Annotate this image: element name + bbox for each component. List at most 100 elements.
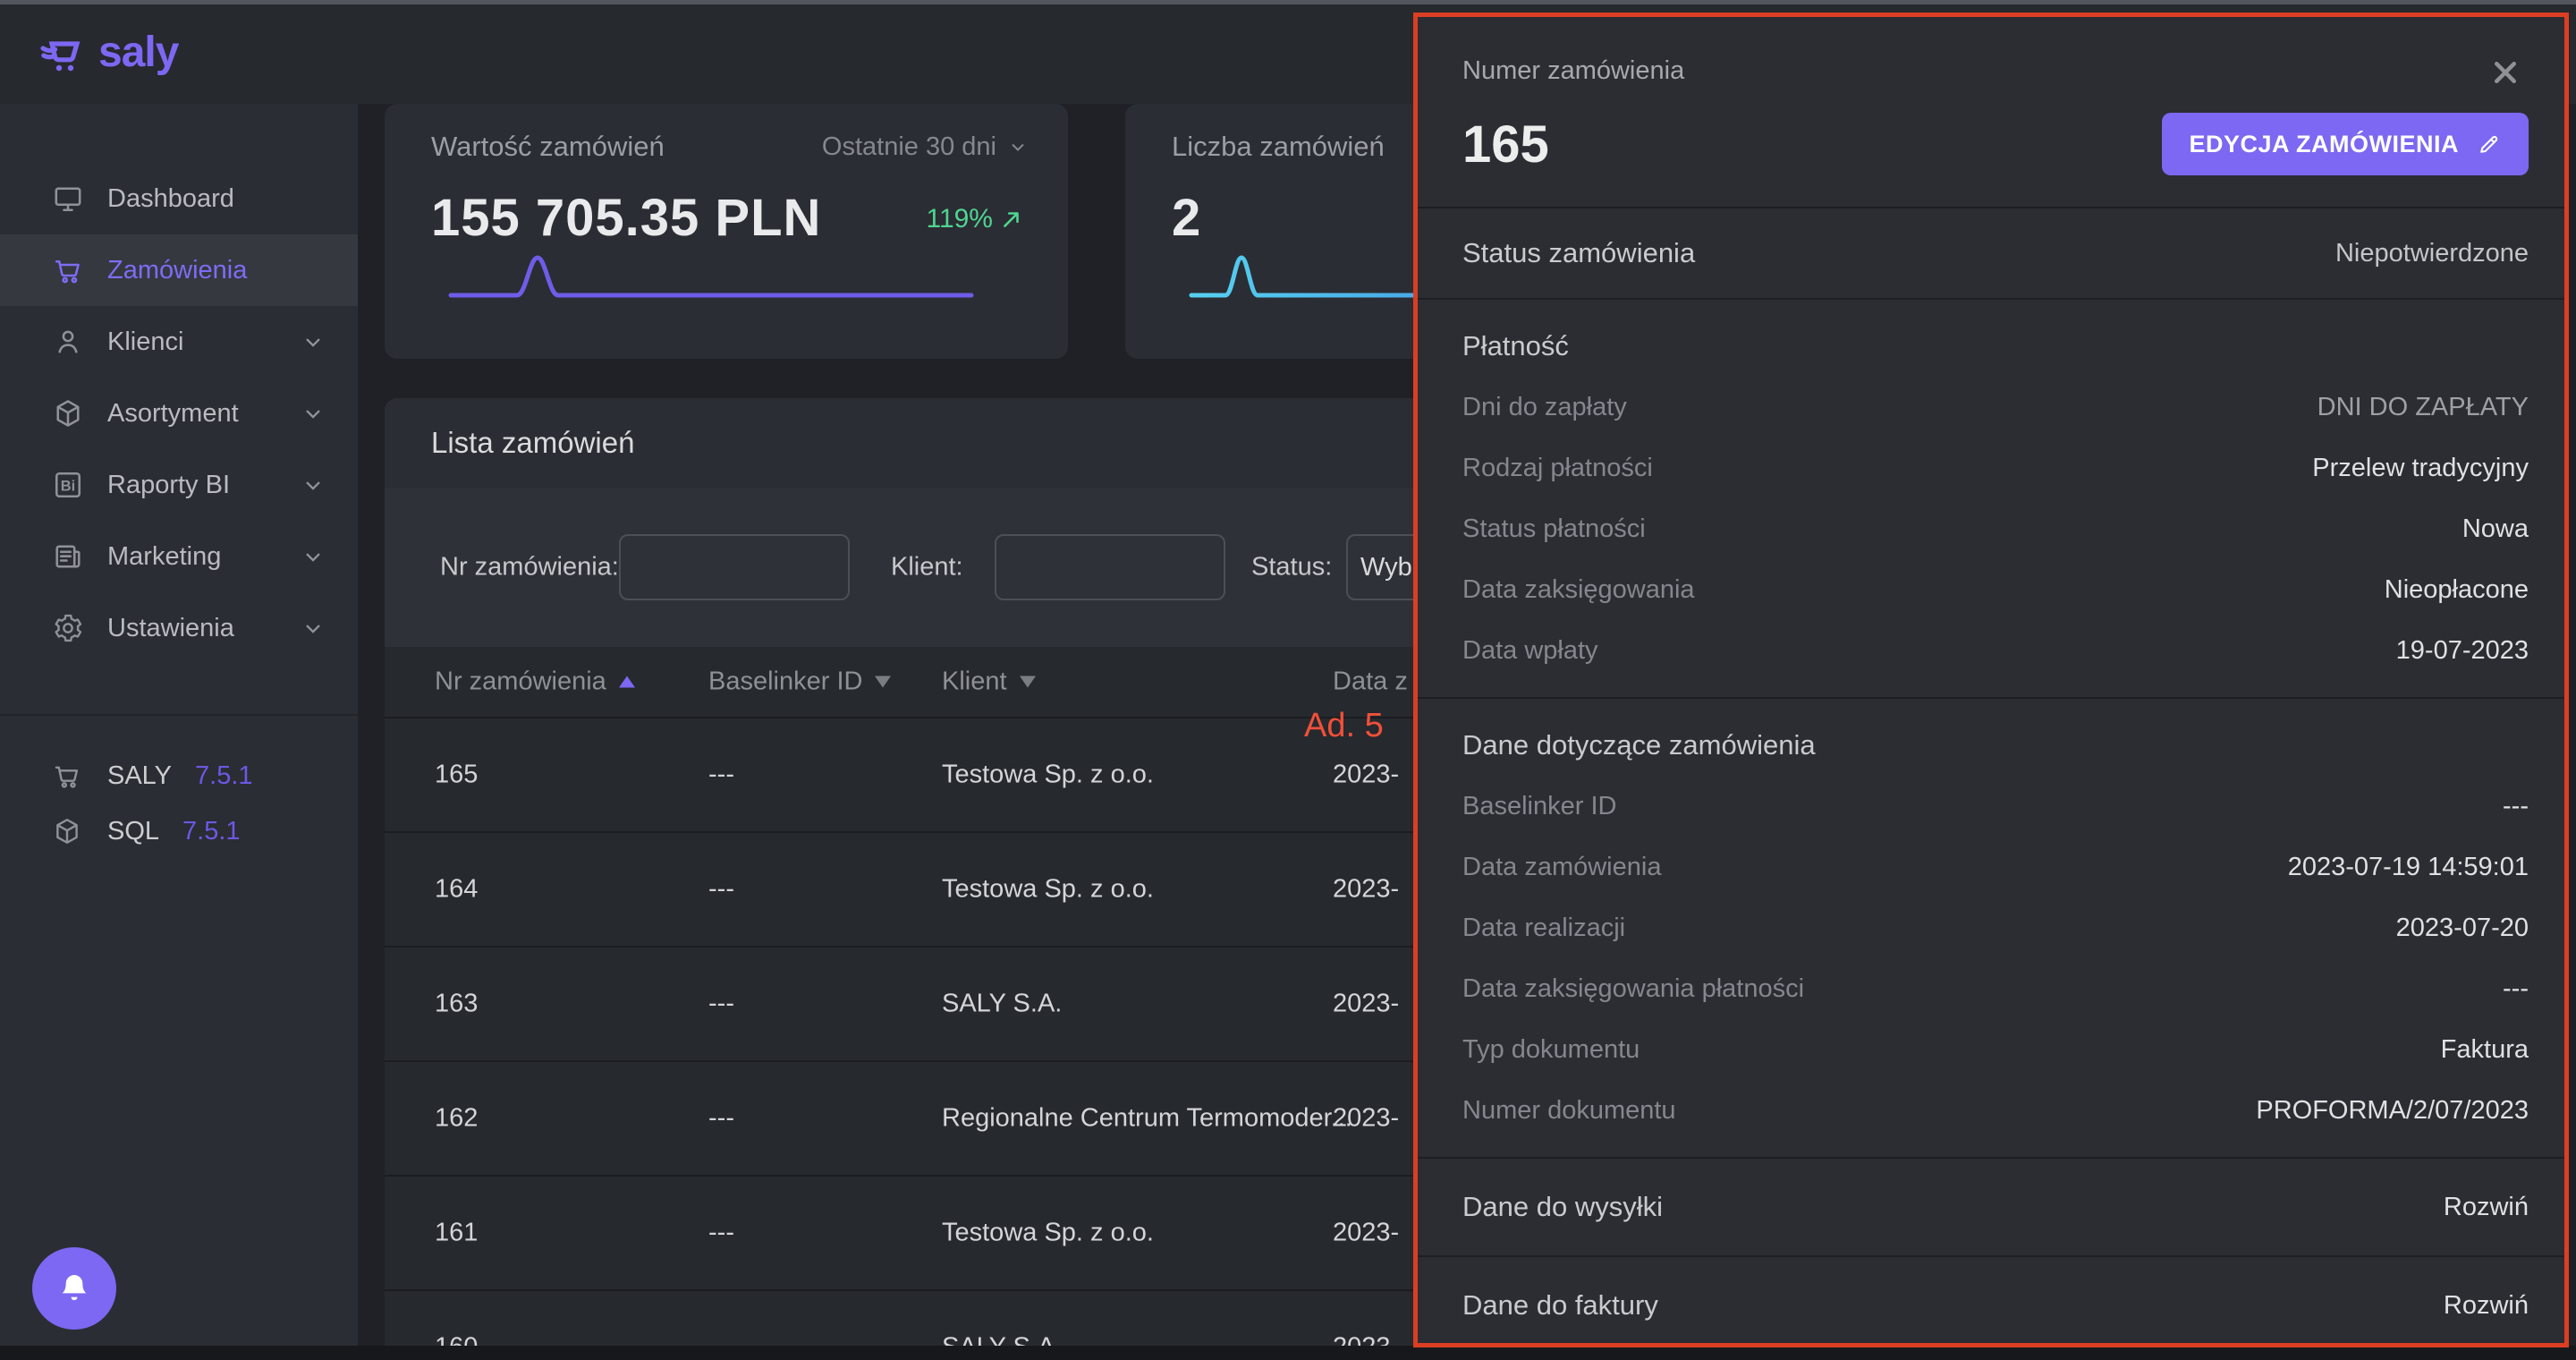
- cell-client: SALY S.A.: [942, 990, 1062, 1019]
- order-status-row: Status zamówienia Niepotwierdzone: [1418, 207, 2564, 298]
- payment-header: Płatność: [1462, 330, 2529, 362]
- card-title: Wartość zamówień: [431, 131, 665, 163]
- chevron-down-icon: [301, 472, 326, 497]
- cell-baselinker-id: ---: [708, 1104, 734, 1134]
- cell-client: Testowa Sp. z o.o.: [942, 875, 1154, 905]
- detail-value: Nieopłacone: [2385, 575, 2529, 605]
- detail-row: Data wpłaty 19-07-2023: [1462, 620, 2529, 681]
- version-list: SALY 7.5.1 SQL 7.5.1: [0, 748, 358, 859]
- sidebar-item-raporty-bi[interactable]: Bi Raporty BI: [0, 449, 358, 521]
- detail-value: 2023-07-19 14:59:01: [2288, 853, 2529, 882]
- version-number: 7.5.1: [182, 817, 241, 846]
- sidebar-item-label: Asortyment: [107, 399, 239, 429]
- cell-baselinker-id: ---: [708, 1219, 734, 1248]
- sidebar-item-klienci[interactable]: Klienci: [0, 306, 358, 378]
- sidebar-divider: [0, 714, 358, 716]
- annotation-ad5: Ad. 5: [1304, 707, 1384, 745]
- detail-row: Status płatności Nowa: [1462, 498, 2529, 559]
- cell-client: Testowa Sp. z o.o.: [942, 761, 1154, 790]
- chevron-down-icon: [301, 616, 326, 641]
- order-status-value: Niepotwierdzone: [2335, 239, 2529, 268]
- notifications-button[interactable]: [32, 1247, 116, 1330]
- column-header-client[interactable]: Klient: [942, 667, 1036, 697]
- cell-client: Testowa Sp. z o.o.: [942, 1219, 1154, 1248]
- svg-text:Bi: Bi: [61, 478, 76, 494]
- cell-baselinker-id: ---: [708, 875, 734, 905]
- detail-label: Data zaksięgowania: [1462, 575, 1695, 605]
- sidebar-item-label: Ustawienia: [107, 614, 234, 643]
- chevron-down-icon: [301, 544, 326, 569]
- invoice-data-row: Dane do faktury Rozwiń: [1418, 1255, 2564, 1354]
- order-status-label: Status zamówienia: [1462, 237, 1695, 269]
- app-logo[interactable]: saly: [39, 28, 178, 77]
- detail-row: Rodzaj płatności Przelew tradycyjny: [1462, 438, 2529, 498]
- detail-label: Baselinker ID: [1462, 792, 1616, 821]
- sidebar-item-zamowienia[interactable]: Zamówienia: [0, 234, 358, 306]
- monitor-icon: [52, 183, 84, 215]
- shipping-expand-link[interactable]: Rozwiń: [2444, 1193, 2529, 1222]
- order-number: 165: [1462, 115, 1549, 174]
- sidebar-item-label: Marketing: [107, 542, 221, 572]
- version-saly: SALY 7.5.1: [0, 748, 358, 803]
- invoice-expand-link[interactable]: Rozwiń: [2444, 1291, 2529, 1321]
- detail-label: Status płatności: [1462, 514, 1646, 544]
- detail-label: Dni do zapłaty: [1462, 393, 1627, 422]
- detail-row: Numer dokumentu PROFORMA/2/07/2023: [1462, 1080, 2529, 1141]
- cell-baselinker-id: ---: [708, 761, 734, 790]
- detail-row: Baselinker ID ---: [1462, 776, 2529, 837]
- gear-icon: [52, 612, 84, 644]
- detail-row: Typ dokumentu Faktura: [1462, 1019, 2529, 1080]
- sidebar-item-marketing[interactable]: Marketing: [0, 521, 358, 592]
- box-icon: [52, 816, 82, 846]
- detail-label: Typ dokumentu: [1462, 1035, 1640, 1065]
- sidebar: Dashboard Zamówienia Klienci: [0, 104, 358, 1346]
- sidebar-item-ustawienia[interactable]: Ustawienia: [0, 592, 358, 664]
- cell-baselinker-id: ---: [708, 990, 734, 1019]
- order-data-header: Dane dotyczące zamówienia: [1462, 729, 2529, 761]
- orders-value-delta: 119%: [926, 204, 1023, 234]
- detail-row: Data realizacji 2023-07-20: [1462, 897, 2529, 958]
- filter-status-label: Status:: [1251, 553, 1332, 582]
- filter-order-no-input[interactable]: [619, 534, 850, 600]
- shipping-data-row: Dane do wysyłki Rozwiń: [1418, 1157, 2564, 1255]
- period-dropdown[interactable]: Ostatnie 30 dni: [822, 132, 1029, 162]
- cell-order-no: 162: [435, 1104, 478, 1134]
- filter-order-no-label: Nr zamówienia:: [440, 553, 619, 582]
- detail-value: ---: [2503, 974, 2529, 1004]
- logo-cart-icon: [39, 30, 89, 76]
- cell-baselinker-id: ---: [708, 1333, 734, 1347]
- cell-order-no: 160: [435, 1333, 478, 1347]
- close-icon: [2489, 56, 2521, 89]
- card-title: Liczba zamówień: [1172, 131, 1385, 163]
- cell-client: Regionalne Centrum Termomoder...: [942, 1104, 1352, 1134]
- chevron-down-icon: [1007, 136, 1029, 157]
- detail-label: Data wpłaty: [1462, 636, 1598, 666]
- detail-row: Data zaksięgowania Nieopłacone: [1462, 559, 2529, 620]
- orders-count: 2: [1172, 188, 1201, 248]
- sort-asc-icon: [619, 676, 635, 688]
- detail-label: Data zamówienia: [1462, 853, 1661, 882]
- column-header-order-no[interactable]: Nr zamówienia: [435, 667, 635, 697]
- detail-value: DNI DO ZAPŁATY: [2318, 393, 2529, 422]
- chevron-down-icon: [301, 329, 326, 354]
- detail-row: Data zamówienia 2023-07-19 14:59:01: [1462, 837, 2529, 897]
- sort-icon: [1020, 676, 1036, 688]
- detail-row: Dni do zapłaty DNI DO ZAPŁATY: [1462, 377, 2529, 438]
- sidebar-item-label: Klienci: [107, 327, 183, 357]
- box-icon: [52, 397, 84, 429]
- logo-text: saly: [98, 28, 178, 77]
- sidebar-item-dashboard[interactable]: Dashboard: [0, 163, 358, 234]
- sidebar-item-asortyment[interactable]: Asortyment: [0, 378, 358, 449]
- shipping-data-header: Dane do wysyłki: [1462, 1191, 1663, 1223]
- detail-label: Data realizacji: [1462, 914, 1625, 943]
- sort-icon: [875, 676, 891, 688]
- orders-value-card: Wartość zamówień Ostatnie 30 dni 155 705…: [385, 104, 1068, 359]
- period-label: Ostatnie 30 dni: [822, 132, 996, 162]
- order-detail-panel: Numer zamówienia 165 EDYCJA ZAMÓWIENIA S…: [1413, 13, 2569, 1347]
- newspaper-icon: [52, 540, 84, 573]
- column-header-baselinker-id[interactable]: Baselinker ID: [708, 667, 891, 697]
- filter-client-input[interactable]: [995, 534, 1225, 600]
- close-button[interactable]: [2486, 53, 2525, 92]
- invoice-data-header: Dane do faktury: [1462, 1289, 1658, 1322]
- edit-order-button[interactable]: EDYCJA ZAMÓWIENIA: [2162, 113, 2529, 175]
